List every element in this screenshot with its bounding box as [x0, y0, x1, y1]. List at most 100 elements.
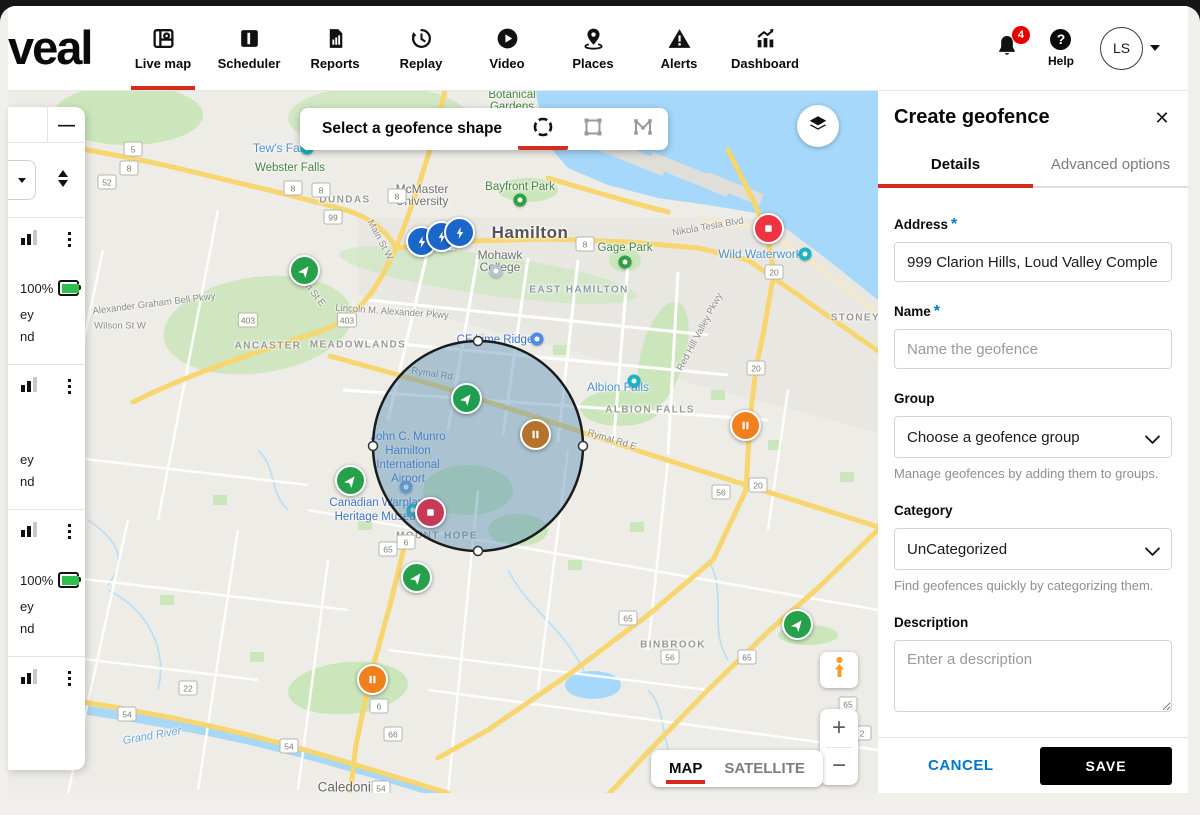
video-icon [495, 25, 520, 51]
description-textarea[interactable] [894, 640, 1172, 712]
top-nav: veal Live map Scheduler Reports [8, 6, 1188, 91]
vehicle-marker-arrow[interactable] [335, 465, 366, 496]
create-geofence-panel: Create geofence ✕ Details Advanced optio… [878, 90, 1188, 793]
list-item[interactable]: 100%eynd [8, 510, 85, 657]
panel-body: Address* Name* Group Choose a geofence g… [894, 188, 1172, 717]
nav-item-replay[interactable]: Replay [378, 6, 464, 90]
nav-item-alerts[interactable]: Alerts [636, 6, 722, 90]
battery-icon [58, 280, 79, 296]
shape-circle-button[interactable] [518, 108, 568, 150]
app-window: veal Live map Scheduler Reports [0, 6, 1200, 815]
sort-desc-icon [58, 180, 68, 187]
dashboard-icon [753, 25, 778, 51]
replay-icon [409, 25, 434, 51]
nav-item-dashboard[interactable]: Dashboard [722, 6, 808, 90]
vehicle-name-fragment: nd [20, 326, 79, 348]
map-layers-button[interactable] [797, 105, 839, 147]
vehicle-marker-arrow[interactable] [401, 562, 432, 593]
collapse-panel-button[interactable]: — [47, 107, 85, 142]
brand-logo[interactable]: veal [8, 20, 91, 75]
active-nav-underline [131, 86, 195, 90]
reports-icon [323, 25, 348, 51]
zoom-out-button[interactable]: − [820, 748, 858, 786]
panel-title: Create geofence [894, 106, 1050, 129]
shape-polygon-button[interactable] [618, 108, 668, 150]
vehicle-name-fragment: ey [20, 449, 79, 471]
group-select[interactable]: Choose a geofence group [894, 416, 1172, 458]
nav-item-label: Video [489, 56, 524, 71]
kebab-menu-icon[interactable] [68, 524, 72, 540]
vehicle-marker-arrow[interactable] [289, 255, 320, 286]
vehicle-list: 100%eyndeynd100%eynd [8, 218, 85, 705]
help-button[interactable]: ? Help [1048, 29, 1074, 68]
account-menu[interactable]: LS [1100, 27, 1160, 70]
vehicle-marker-arrow[interactable] [782, 609, 813, 640]
nav-item-reports[interactable]: Reports [292, 6, 378, 90]
category-select-value: UnCategorized [907, 541, 1007, 558]
map-zoom-control: + − [820, 709, 858, 785]
kebab-menu-icon[interactable] [68, 671, 72, 687]
vehicle-marker-stop[interactable] [415, 497, 446, 528]
vehicle-name-fragment: ey [20, 304, 79, 326]
street-view-pegman[interactable] [820, 652, 858, 688]
scheduler-icon [237, 25, 262, 51]
category-select[interactable]: UnCategorized [894, 528, 1172, 570]
tab-details[interactable]: Details [878, 142, 1033, 186]
nav-utilities: 4 ? Help LS [992, 6, 1160, 90]
notification-badge: 4 [1012, 26, 1030, 44]
notifications-button[interactable]: 4 [992, 33, 1022, 63]
kebab-menu-icon[interactable] [68, 232, 72, 248]
signal-strength-icon [20, 521, 40, 542]
address-input[interactable] [894, 242, 1172, 282]
list-item[interactable]: eynd [8, 365, 85, 510]
vehicle-marker-pause[interactable] [357, 664, 388, 695]
sort-toggle[interactable] [58, 170, 68, 187]
help-icon: ? [1050, 29, 1071, 50]
name-label: Name [894, 304, 931, 319]
map-type-map[interactable]: MAP [669, 750, 702, 787]
nav-item-places[interactable]: Places [550, 6, 636, 90]
places-icon [581, 25, 606, 51]
group-label: Group [894, 391, 935, 406]
signal-strength-icon [20, 229, 40, 250]
nav-item-video[interactable]: Video [464, 6, 550, 90]
required-marker: * [951, 216, 957, 233]
list-item[interactable]: 100%eynd [8, 218, 85, 365]
close-panel-button[interactable]: ✕ [1150, 106, 1174, 130]
tab-advanced-options[interactable]: Advanced options [1033, 142, 1188, 186]
map-type-satellite[interactable]: SATELLITE [724, 750, 805, 787]
category-help-text: Find geofences quickly by categorizing t… [894, 578, 1172, 593]
description-label: Description [894, 615, 968, 630]
vehicle-filter-dropdown[interactable] [8, 160, 36, 200]
list-item[interactable] [8, 657, 85, 705]
nav-item-label: Replay [400, 56, 443, 71]
vehicle-panel-sortbar [8, 143, 85, 218]
nav-item-label: Live map [135, 56, 191, 71]
nav-item-label: Dashboard [731, 56, 799, 71]
selected-shape-underline [518, 146, 568, 150]
signal-strength-icon [20, 668, 40, 689]
vehicle-name-fragment: nd [20, 618, 79, 640]
kebab-menu-icon[interactable] [68, 379, 72, 395]
vehicle-marker-arrow[interactable] [451, 383, 482, 414]
pegman-icon [831, 656, 848, 685]
vehicle-marker-pause[interactable] [520, 419, 551, 450]
save-button[interactable]: SAVE [1040, 747, 1172, 785]
vehicle-marker-pause[interactable] [730, 410, 761, 441]
vehicle-panel-header: — [8, 107, 85, 143]
circle-shape-icon [531, 115, 555, 144]
panel-footer: CANCEL SAVE [878, 737, 1188, 793]
chevron-down-icon [18, 178, 26, 183]
required-marker: * [934, 303, 940, 320]
shape-rectangle-button[interactable] [568, 108, 618, 150]
vehicle-marker-bolt[interactable] [444, 217, 475, 248]
name-input[interactable] [894, 329, 1172, 369]
cancel-button[interactable]: CANCEL [922, 756, 1000, 775]
nav-item-scheduler[interactable]: Scheduler [206, 6, 292, 90]
name-field-group: Name* [894, 303, 1172, 369]
description-field-group: Description [894, 614, 1172, 717]
vehicle-marker-stop[interactable] [753, 213, 784, 244]
live-map-icon [151, 25, 176, 51]
nav-item-live-map[interactable]: Live map [120, 6, 206, 90]
zoom-in-button[interactable]: + [820, 709, 858, 747]
